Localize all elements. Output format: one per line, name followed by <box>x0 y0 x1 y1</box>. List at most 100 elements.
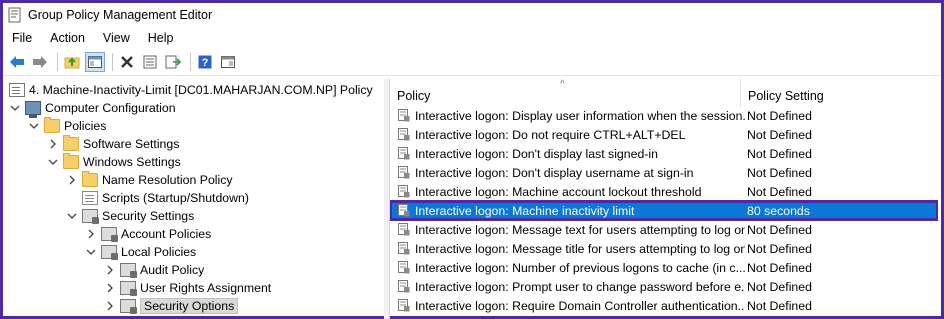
back-arrow-icon[interactable] <box>7 52 27 72</box>
chevron-right-icon[interactable] <box>85 228 97 240</box>
chevron-right-icon[interactable] <box>104 264 116 276</box>
policy-setting-icon <box>398 261 410 274</box>
tree-item-label: Windows Settings <box>83 155 181 169</box>
show-hide-tree-icon[interactable] <box>85 52 105 72</box>
tree-item-label: Name Resolution Policy <box>102 173 233 187</box>
folder-icon <box>82 171 98 187</box>
policy-setting-value: Not Defined <box>747 260 812 275</box>
chevron-down-icon[interactable] <box>47 156 59 168</box>
tree-item-computer-configuration[interactable]: Computer Configuration <box>9 99 176 118</box>
delete-icon[interactable] <box>117 52 137 72</box>
policy-setting-value: Not Defined <box>747 165 812 180</box>
security-settings-icon <box>82 209 99 224</box>
table-row[interactable]: Interactive logon: Number of previous lo… <box>390 258 938 277</box>
chevron-right-icon[interactable] <box>66 174 78 186</box>
tree-item-account-policies[interactable]: Account Policies <box>85 225 211 243</box>
policy-setting-value: Not Defined <box>747 146 812 161</box>
policy-setting-value: Not Defined <box>747 279 812 294</box>
chevron-down-icon[interactable] <box>85 246 97 258</box>
chevron-down-icon[interactable] <box>28 120 40 132</box>
title-bar: Group Policy Management Editor <box>3 3 941 27</box>
menu-view[interactable]: View <box>94 28 139 48</box>
toolbar-separator <box>112 53 113 71</box>
tree-item-label: Account Policies <box>121 227 212 241</box>
tree-item-local-policies[interactable]: Local Policies <box>85 243 196 261</box>
show-action-pane-icon[interactable] <box>218 52 238 72</box>
forward-arrow-icon[interactable] <box>30 52 50 72</box>
details-list: ^ Policy Policy Setting Interactive logo… <box>389 79 938 319</box>
table-row[interactable]: Interactive logon: Machine inactivity li… <box>390 200 938 221</box>
folder-icon <box>63 153 79 169</box>
tree-item-user-rights-assignment[interactable]: User Rights Assignment <box>104 279 271 297</box>
menu-bar: File Action View Help <box>3 27 941 49</box>
tree-item-policies[interactable]: Policies <box>28 117 106 135</box>
tree-item-software-settings[interactable]: Software Settings <box>47 135 179 153</box>
tree-item-label: Security Settings <box>102 209 195 223</box>
chevron-right-icon[interactable] <box>104 282 116 294</box>
toolbar: ? <box>3 49 941 76</box>
policy-name: Interactive logon: Don't display usernam… <box>415 165 694 180</box>
policy-setting-icon <box>398 128 410 141</box>
policy-setting-icon <box>398 299 410 312</box>
table-row[interactable]: Interactive logon: Display user informat… <box>390 106 938 125</box>
policy-folder-icon <box>101 227 118 242</box>
tree-item-root-policy[interactable]: 4. Machine-Inactivity-Limit [DC01.MAHARJ… <box>9 81 373 99</box>
tree-item-label: User Rights Assignment <box>140 281 272 295</box>
table-row[interactable]: Interactive logon: Message text for user… <box>390 220 938 239</box>
tree-item-scripts[interactable]: Scripts (Startup/Shutdown) <box>82 189 249 207</box>
console-tree: 4. Machine-Inactivity-Limit [DC01.MAHARJ… <box>6 79 385 319</box>
table-row[interactable]: Interactive logon: Do not require CTRL+A… <box>390 125 938 144</box>
tree-item-label: 4. Machine-Inactivity-Limit [DC01.MAHARJ… <box>29 83 373 97</box>
policy-setting-icon <box>398 166 410 179</box>
export-list-icon[interactable] <box>163 52 183 72</box>
policy-folder-icon <box>120 281 137 296</box>
menu-help[interactable]: Help <box>139 28 183 48</box>
toolbar-separator <box>57 53 58 71</box>
tree-item-label: Computer Configuration <box>45 101 176 115</box>
table-row[interactable]: Interactive logon: Message title for use… <box>390 239 938 258</box>
chevron-right-icon[interactable] <box>104 300 116 312</box>
table-row[interactable]: Interactive logon: Machine account locko… <box>390 182 938 201</box>
policy-name: Interactive logon: Don't display last si… <box>415 146 658 161</box>
chevron-down-icon[interactable] <box>66 210 78 222</box>
tree-item-windows-settings[interactable]: Windows Settings <box>47 153 181 171</box>
table-row[interactable]: Interactive logon: Don't display usernam… <box>390 163 938 182</box>
policy-setting-icon <box>398 242 410 255</box>
table-row[interactable]: Interactive logon: Require Domain Contro… <box>390 296 938 315</box>
chevron-right-icon[interactable] <box>47 138 59 150</box>
app-window: Group Policy Management Editor File Acti… <box>0 0 944 319</box>
tree-item-security-settings[interactable]: Security Settings <box>66 207 194 225</box>
policy-setting-value: Not Defined <box>747 222 812 237</box>
policy-setting-value: 80 seconds <box>747 203 810 218</box>
tree-item-label: Policies <box>64 119 107 133</box>
policy-name: Interactive logon: Do not require CTRL+A… <box>415 127 686 142</box>
policy-name: Interactive logon: Message text for user… <box>415 222 745 237</box>
policy-setting-icon <box>398 204 410 217</box>
tree-item-audit-policy[interactable]: Audit Policy <box>104 261 204 279</box>
policy-setting-value: Not Defined <box>747 298 812 313</box>
policy-setting-value: Not Defined <box>747 108 812 123</box>
policy-name: Interactive logon: Message title for use… <box>415 241 745 256</box>
menu-file[interactable]: File <box>3 28 41 48</box>
gpo-editor-app-icon <box>8 7 22 23</box>
tree-item-name-resolution-policy[interactable]: Name Resolution Policy <box>66 171 233 189</box>
help-icon[interactable]: ? <box>195 52 215 72</box>
column-header-policy[interactable]: Policy <box>390 79 741 107</box>
tree-item-label: Audit Policy <box>140 263 205 277</box>
policy-document-icon <box>9 83 25 97</box>
tree-item-label: Scripts (Startup/Shutdown) <box>102 191 249 205</box>
table-row[interactable]: Interactive logon: Prompt user to change… <box>390 277 938 296</box>
policy-name: Interactive logon: Display user informat… <box>415 108 745 123</box>
policy-setting-icon <box>398 280 410 293</box>
chevron-down-icon[interactable] <box>9 102 21 114</box>
up-folder-icon[interactable] <box>62 52 82 72</box>
column-header-policy-setting[interactable]: Policy Setting <box>742 79 938 107</box>
tree-item-security-options[interactable]: Security Options <box>104 297 239 315</box>
menu-action[interactable]: Action <box>41 28 94 48</box>
policy-setting-value: Not Defined <box>747 127 812 142</box>
policy-setting-icon <box>398 147 410 160</box>
toolbar-separator <box>190 53 191 71</box>
policy-name: Interactive logon: Machine account locko… <box>415 184 702 199</box>
table-row[interactable]: Interactive logon: Don't display last si… <box>390 144 938 163</box>
properties-icon[interactable] <box>140 52 160 72</box>
